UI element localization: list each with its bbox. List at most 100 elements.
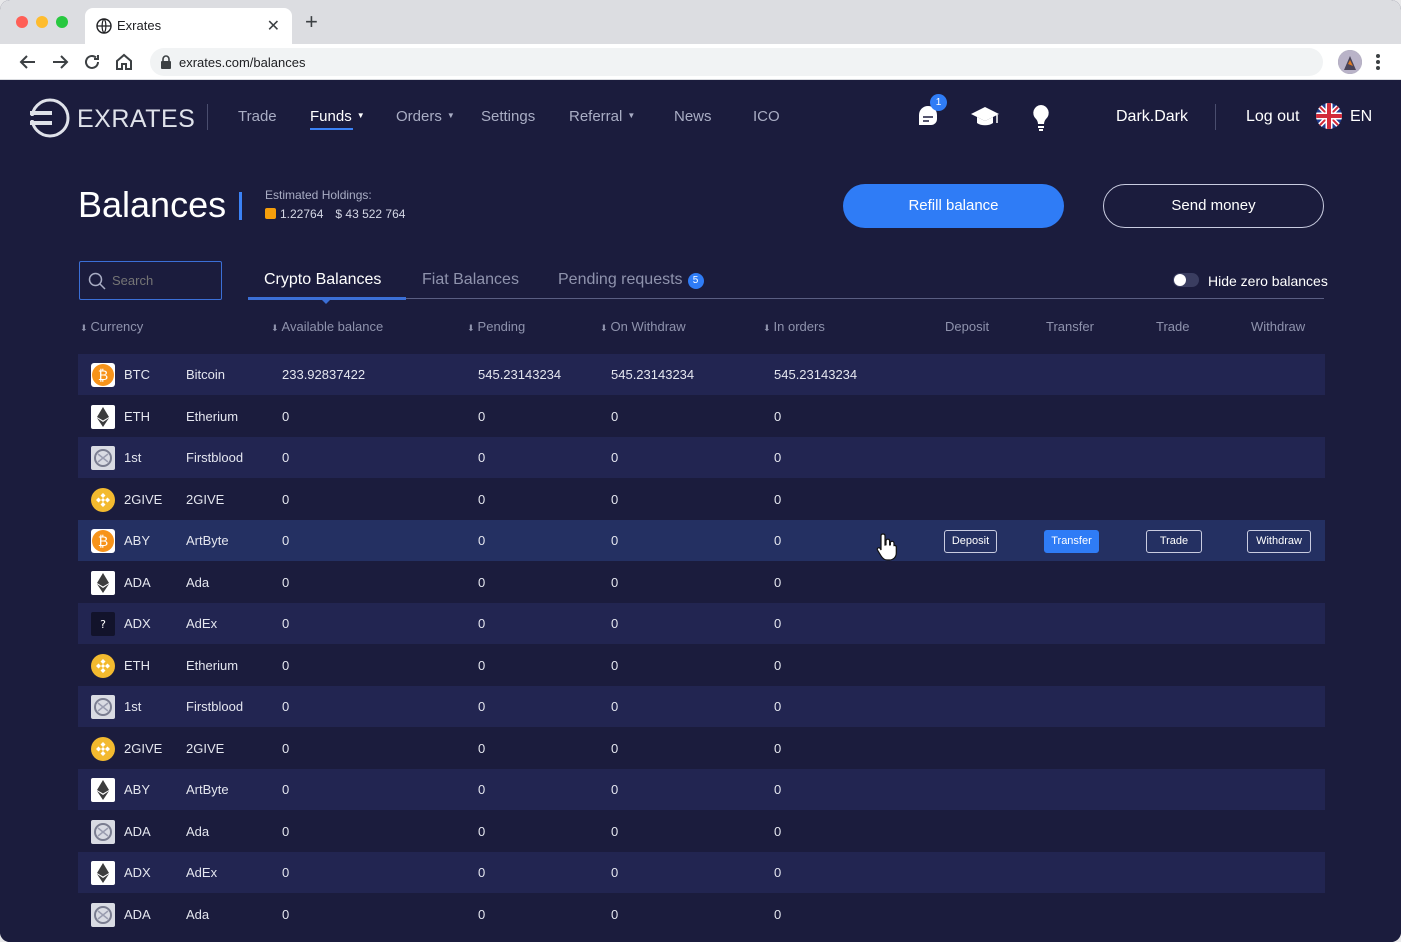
send-money-button[interactable]: Send money	[1103, 184, 1324, 228]
table-row[interactable]: 1st Firstblood 0 0 0 0	[78, 686, 1325, 727]
on-withdraw-value: 0	[611, 616, 619, 631]
tab-fiat-balances[interactable]: Fiat Balances	[422, 271, 519, 289]
col-trade: Trade	[1156, 319, 1190, 334]
search-input[interactable]	[112, 273, 212, 288]
ethereum-icon	[91, 404, 115, 429]
pending-value: 0	[478, 450, 486, 465]
estimated-holdings-label: Estimated Holdings:	[265, 188, 372, 202]
new-tab-icon[interactable]: +	[305, 11, 318, 33]
table-row[interactable]: ₿ BTC Bitcoin 233.92837422 545.23143234 …	[78, 354, 1325, 395]
graduation-cap-icon[interactable]	[970, 106, 1000, 128]
username[interactable]: Dark.Dark	[1116, 108, 1188, 126]
nav-referral[interactable]: Referral ▼	[569, 108, 635, 125]
col-on-withdraw[interactable]: ⬇ On Withdraw	[600, 319, 686, 334]
tab-crypto-balances[interactable]: Crypto Balances	[264, 271, 381, 289]
table-row[interactable]: ETH Etherium 0 0 0 0	[78, 645, 1325, 686]
table-row[interactable]: ADA Ada 0 0 0 0	[78, 562, 1325, 603]
on-withdraw-value: 0	[611, 740, 619, 756]
tab-pending-requests[interactable]: Pending requests 5	[558, 271, 704, 289]
currency-name: 2GIVE	[186, 740, 225, 756]
currency-name: ArtByte	[186, 533, 229, 548]
available-balance: 0	[282, 906, 290, 922]
table-row[interactable]: ETH Etherium 0 0 0 0	[78, 396, 1325, 437]
search-box[interactable]	[79, 261, 222, 300]
col-available[interactable]: ⬇ Available balance	[271, 319, 383, 334]
pending-count-badge: 5	[687, 273, 704, 289]
close-tab-icon[interactable]: ✕	[267, 16, 280, 36]
table-row[interactable]: 1st Firstblood 0 0 0 0	[78, 437, 1325, 478]
currency-code: ADX	[124, 616, 151, 631]
table-row[interactable]: ? ADX AdEx 0 0 0 0	[78, 603, 1325, 644]
currency-name: Firstblood	[186, 450, 244, 465]
on-withdraw-value: 0	[611, 574, 619, 590]
exrates-logo[interactable]: EXRATES	[30, 98, 195, 138]
uk-flag-icon[interactable]	[1316, 103, 1342, 129]
browser-toolbar: exrates.com/balances	[0, 44, 1401, 80]
nav-trade[interactable]: Trade	[238, 108, 277, 125]
svg-text:₿: ₿	[98, 534, 108, 550]
minimize-window-button[interactable]	[36, 16, 48, 28]
bitcoin-icon: ₿	[91, 529, 115, 553]
on-withdraw-value: 0	[611, 533, 619, 548]
address-bar[interactable]: exrates.com/balances	[150, 48, 1323, 76]
currency-code: 2GIVE	[124, 740, 163, 756]
table-row[interactable]: 2GIVE 2GIVE 0 0 0 0	[78, 728, 1325, 769]
currency-name: Ada	[186, 823, 210, 839]
table-row[interactable]: ADA Ada 0 0 0 0	[78, 894, 1325, 935]
browser-tab[interactable]: Exrates ✕	[85, 8, 292, 44]
available-balance: 0	[282, 657, 290, 673]
transfer-button[interactable]: Transfer	[1044, 530, 1099, 553]
language-selector[interactable]: EN	[1350, 108, 1372, 126]
browser-menu-icon[interactable]	[1374, 52, 1382, 72]
in-orders-value: 0	[774, 408, 782, 424]
on-withdraw-value: 0	[611, 699, 619, 714]
browser-tab-title: Exrates	[117, 18, 162, 33]
refill-balance-button[interactable]: Refill balance	[843, 184, 1064, 228]
on-withdraw-value: 0	[611, 657, 619, 673]
col-in-orders[interactable]: ⬇ In orders	[763, 319, 825, 334]
col-deposit: Deposit	[945, 319, 990, 334]
deposit-button[interactable]: Deposit	[944, 530, 997, 553]
col-withdraw: Withdraw	[1251, 319, 1306, 334]
table-row[interactable]: ADX AdEx 0 0 0 0	[78, 852, 1325, 893]
table-row[interactable]: ADA Ada 0 0 0 0	[78, 811, 1325, 852]
lightbulb-icon[interactable]	[1031, 104, 1051, 132]
estimated-btc: 1.22764	[280, 207, 324, 221]
ethereum-icon	[91, 861, 115, 885]
close-window-button[interactable]	[16, 16, 28, 28]
logout-link[interactable]: Log out	[1246, 108, 1299, 126]
col-currency[interactable]: ⬇ Currency	[80, 319, 143, 334]
available-balance: 0	[282, 740, 290, 756]
currency-code: 2GIVE	[124, 491, 163, 507]
currency-code: 1st	[124, 450, 142, 465]
table-row[interactable]: ABY ArtByte 0 0 0 0	[78, 769, 1325, 810]
table-row[interactable]: 2GIVE 2GIVE 0 0 0 0	[78, 479, 1325, 520]
trade-button[interactable]: Trade	[1146, 530, 1202, 553]
binance-coin-icon	[91, 487, 115, 512]
svg-text:?: ?	[100, 618, 106, 631]
withdraw-button[interactable]: Withdraw	[1247, 530, 1311, 553]
table-row[interactable]: ₿ ABY ArtByte 0 0 0 0 Deposit Transfer Tra…	[78, 520, 1325, 561]
hide-zero-toggle[interactable]	[1173, 273, 1199, 287]
ethereum-icon	[91, 570, 115, 595]
forward-icon[interactable]	[48, 50, 72, 74]
nav-settings[interactable]: Settings	[481, 108, 535, 125]
maximize-window-button[interactable]	[56, 16, 68, 28]
home-icon[interactable]	[112, 50, 136, 74]
nav-orders[interactable]: Orders ▼	[396, 108, 455, 125]
currency-name: Ada	[186, 574, 210, 590]
notification-badge: 1	[930, 94, 947, 111]
reload-icon[interactable]	[80, 50, 104, 74]
nav-ico[interactable]: ICO	[753, 108, 780, 125]
available-balance: 0	[282, 491, 290, 507]
sort-arrow-icon: ⬇	[763, 323, 771, 333]
bitcoin-icon: ₿	[91, 363, 115, 387]
col-pending[interactable]: ⬇ Pending	[467, 319, 525, 334]
back-icon[interactable]	[16, 50, 40, 74]
lock-icon	[161, 55, 171, 69]
profile-avatar[interactable]	[1338, 50, 1362, 74]
nav-funds[interactable]: Funds ▼	[310, 108, 365, 125]
binance-coin-icon	[91, 653, 115, 678]
nav-news[interactable]: News	[674, 108, 712, 125]
search-icon	[88, 272, 106, 290]
